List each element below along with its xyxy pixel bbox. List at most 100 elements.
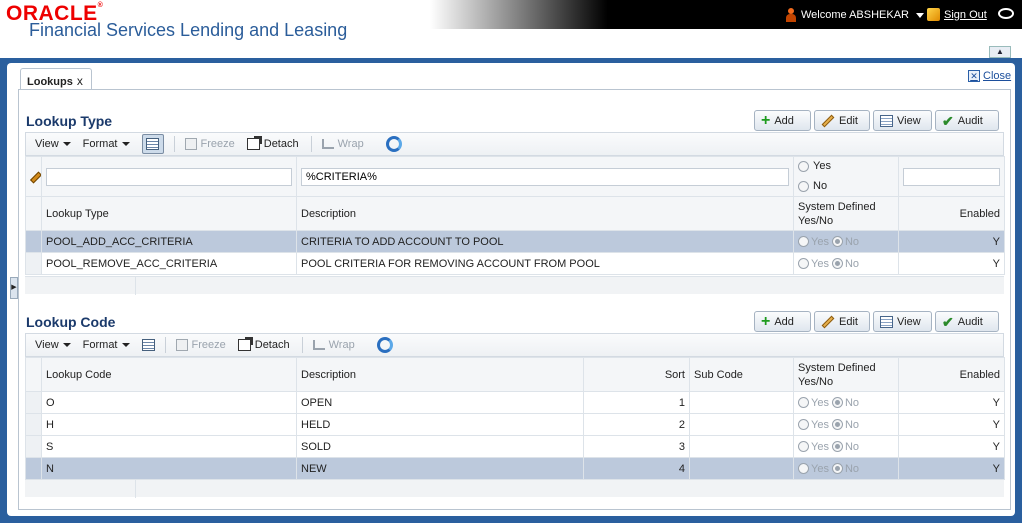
- cell-sub-code: [689, 435, 794, 458]
- help-icon[interactable]: [998, 8, 1014, 19]
- cell-system-defined: Yes No: [793, 252, 899, 275]
- audit-button[interactable]: ✔ Audit: [935, 311, 999, 332]
- query-by-example-button[interactable]: [141, 339, 155, 351]
- edit-button[interactable]: Edit: [814, 110, 870, 131]
- freeze-label: Freeze: [200, 138, 235, 150]
- radio-yes-label: Yes: [811, 235, 829, 248]
- radio-yes: [798, 258, 809, 270]
- view-label: View: [897, 315, 921, 328]
- audit-button[interactable]: ✔ Audit: [935, 110, 999, 131]
- row-selector[interactable]: [25, 252, 42, 275]
- tab-lookups[interactable]: Lookups x: [20, 68, 92, 90]
- radio-yes[interactable]: [798, 161, 809, 173]
- lookup-type-actions: + Add Edit View ✔ Audit: [754, 110, 999, 131]
- col-header-enabled[interactable]: Enabled: [898, 196, 1005, 231]
- col-header-system-defined[interactable]: System Defined Yes/No: [793, 357, 899, 392]
- table-row[interactable]: POOL_REMOVE_ACC_CRITERIA POOL CRITERIA F…: [25, 252, 1005, 275]
- radio-yes-label: Yes: [811, 396, 829, 409]
- col-header-enabled[interactable]: Enabled: [898, 357, 1005, 392]
- close-icon: ✕: [968, 70, 980, 82]
- cell-description: HELD: [296, 413, 584, 436]
- row-selector[interactable]: [25, 230, 42, 253]
- chevron-down-icon: [121, 343, 130, 347]
- col-header-lookup-code[interactable]: Lookup Code: [41, 357, 297, 392]
- cell-enabled: Y: [898, 457, 1005, 480]
- freeze-button[interactable]: Freeze: [175, 339, 226, 351]
- cell-lookup-code: H: [41, 413, 297, 436]
- close-label: Close: [983, 70, 1012, 82]
- edit-label: Edit: [839, 315, 858, 328]
- detach-label: Detach: [254, 339, 290, 351]
- enabled-filter-input[interactable]: [903, 167, 1000, 186]
- wrap-icon: [312, 340, 325, 350]
- col-header-lookup-type[interactable]: Lookup Type: [41, 196, 297, 231]
- refresh-icon[interactable]: [376, 337, 393, 353]
- app-header: ORACLE® Financial Services Lending and L…: [0, 0, 1022, 58]
- check-icon: ✔: [942, 112, 954, 129]
- freeze-button[interactable]: Freeze: [184, 138, 235, 150]
- add-button[interactable]: + Add: [754, 311, 811, 332]
- wrap-button[interactable]: Wrap: [321, 138, 364, 150]
- radio-yes: [798, 441, 809, 453]
- format-menu[interactable]: Format: [83, 138, 130, 150]
- row-selector[interactable]: [25, 391, 42, 414]
- table-row[interactable]: POOL_ADD_ACC_CRITERIA CRITERIA TO ADD AC…: [25, 230, 1005, 253]
- table-row[interactable]: O OPEN 1 Yes No Y: [25, 391, 1005, 414]
- cell-system-defined: Yes No: [793, 435, 899, 458]
- wrap-button[interactable]: Wrap: [312, 339, 355, 351]
- cell-lookup-code: N: [41, 457, 297, 480]
- add-button[interactable]: + Add: [754, 110, 811, 131]
- table-row[interactable]: S SOLD 3 Yes No Y: [25, 435, 1005, 458]
- radio-no-label: No: [844, 257, 860, 270]
- query-by-example-button[interactable]: [141, 134, 164, 154]
- freeze-icon: [175, 339, 188, 351]
- cell-sub-code: [689, 413, 794, 436]
- col-header-system-defined[interactable]: System Defined Yes/No: [793, 196, 899, 231]
- radio-no: [831, 463, 843, 475]
- col-header-sort[interactable]: Sort: [583, 357, 690, 392]
- view-button[interactable]: View: [873, 110, 932, 131]
- plus-icon: +: [761, 111, 771, 129]
- radio-no: [831, 236, 843, 248]
- close-link[interactable]: ✕ Close: [968, 70, 1011, 82]
- cell-sort: 4: [583, 457, 690, 480]
- lookup-type-filter-input[interactable]: [46, 167, 292, 186]
- description-filter-input[interactable]: [301, 167, 789, 186]
- row-selector[interactable]: [25, 457, 42, 480]
- toolbar-divider: [301, 337, 303, 353]
- cell-system-defined: Yes No: [793, 413, 899, 436]
- radio-no[interactable]: [798, 180, 809, 192]
- detach-button[interactable]: Detach: [237, 337, 290, 351]
- col-header-description[interactable]: Description: [296, 357, 584, 392]
- user-menu[interactable]: Welcome ABSHEKAR: [785, 8, 925, 22]
- row-selector[interactable]: [25, 435, 42, 458]
- format-menu[interactable]: Format: [83, 339, 130, 351]
- row-selector[interactable]: [25, 413, 42, 436]
- row-header-spacer: [25, 357, 42, 392]
- filter-cell: [898, 156, 1005, 197]
- expand-sidebar-button[interactable]: ▶: [10, 277, 18, 299]
- refresh-icon[interactable]: [385, 136, 402, 152]
- cell-enabled: Y: [898, 391, 1005, 414]
- filter-yes-option[interactable]: Yes: [798, 158, 894, 177]
- col-header-sub-code[interactable]: Sub Code: [689, 357, 794, 392]
- view-menu[interactable]: View: [35, 339, 71, 351]
- view-button[interactable]: View: [873, 311, 932, 332]
- audit-label: Audit: [957, 114, 983, 127]
- cell-lookup-code: O: [41, 391, 297, 414]
- table-row[interactable]: N NEW 4 Yes No Y: [25, 457, 1005, 480]
- cell-sort: 2: [583, 413, 690, 436]
- sign-out-link[interactable]: Sign Out: [927, 8, 987, 21]
- tab-close-icon[interactable]: x: [77, 74, 83, 88]
- clear-filter-cell[interactable]: [25, 156, 42, 197]
- table-row[interactable]: H HELD 2 Yes No Y: [25, 413, 1005, 436]
- edit-button[interactable]: Edit: [814, 311, 870, 332]
- add-label: Add: [774, 114, 794, 127]
- collapse-header-button[interactable]: ▲: [989, 46, 1011, 58]
- detach-button[interactable]: Detach: [246, 136, 299, 150]
- freeze-icon: [184, 138, 197, 150]
- col-header-description[interactable]: Description: [296, 196, 794, 231]
- lookup-code-toolbar: View Format Freeze Detach Wrap: [25, 333, 1004, 357]
- view-menu[interactable]: View: [35, 138, 71, 150]
- filter-no-option[interactable]: No: [798, 177, 894, 196]
